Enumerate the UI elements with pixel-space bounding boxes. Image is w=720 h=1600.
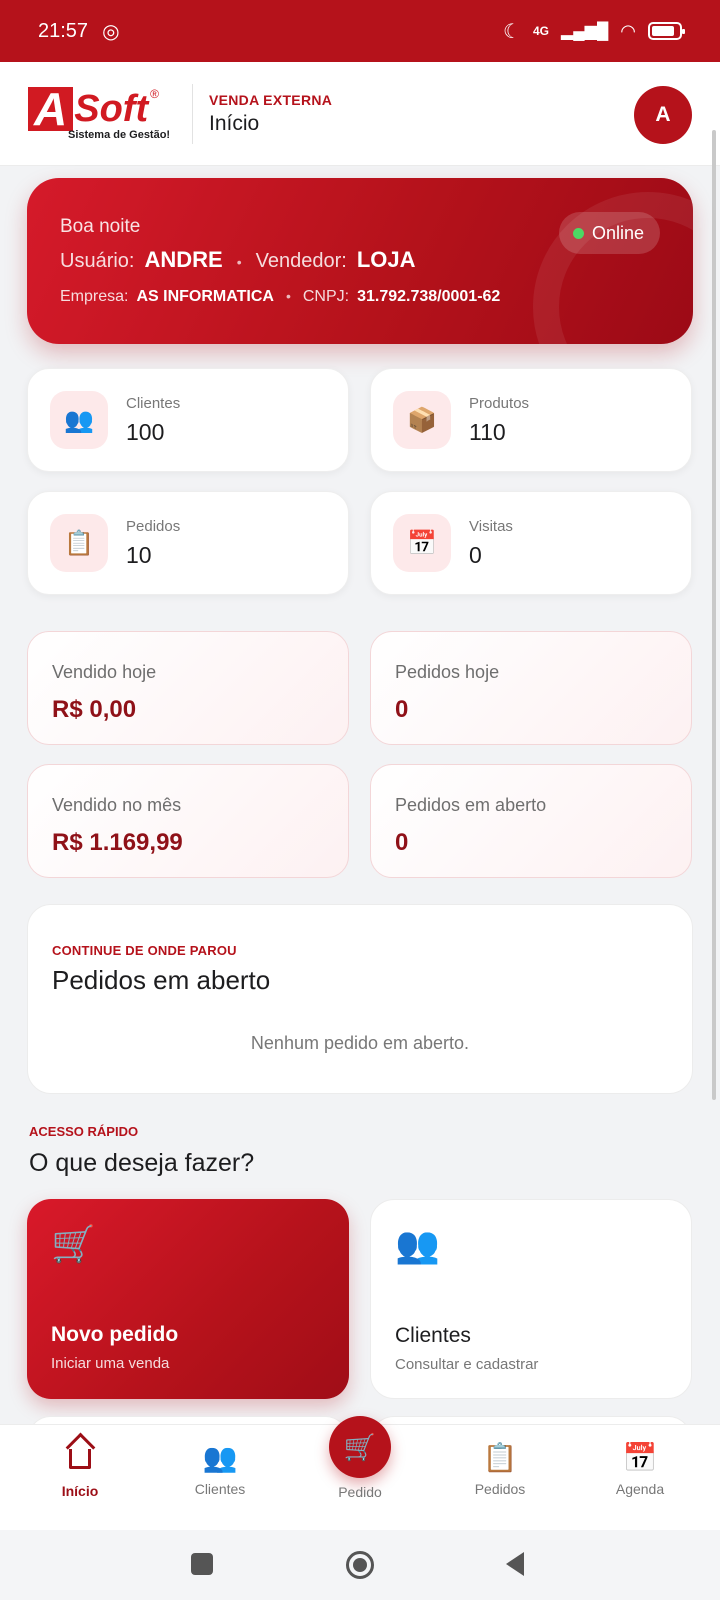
recents-icon[interactable] (191, 1553, 213, 1575)
avatar[interactable]: A (634, 86, 692, 144)
logo-registered: ® (150, 86, 159, 101)
signal-icon: ▂▄▆█ (561, 23, 609, 40)
metric-value: 0 (395, 829, 409, 856)
empty-state-text: Nenhum pedido em aberto. (250, 1033, 470, 1053)
moon-icon: ☾ (503, 20, 521, 43)
chrome-icon: ◎ (102, 20, 120, 43)
metric-vendido-hoje: Vendido hoje R$ 0,00 (27, 631, 349, 745)
metric-pedidos-hoje: Pedidos hoje 0 (370, 631, 692, 745)
logo-tagline: Sistema de Gestão! (68, 128, 171, 141)
metric-vendido-mes: Vendido no mês R$ 1.169,99 (27, 764, 349, 878)
stat-label: Produtos (469, 395, 530, 412)
logo-letter: A (28, 86, 74, 132)
metric-value: R$ 1.169,99 (52, 829, 183, 856)
metric-label: Pedidos hoje (395, 662, 500, 682)
stat-label: Pedidos (126, 518, 181, 535)
open-orders-panel: CONTINUE DE ONDE PAROU Pedidos em aberto… (27, 904, 693, 1094)
header-subtitle: VENDA EXTERNA (209, 91, 333, 108)
action-title: Novo pedido (51, 1323, 179, 1346)
stat-value: 0 (469, 542, 482, 568)
nav-label: Clientes (194, 1481, 246, 1497)
nav-item-clientes[interactable]: 👥 Clientes (160, 1441, 280, 1521)
status-bar: 21:57 ◎ ☾ 4G ▂▄▆█ ◠ (0, 0, 720, 62)
nav-label: Início (61, 1483, 99, 1499)
seller-value: LOJA (356, 247, 416, 272)
stat-card-visitas[interactable]: 📅 Visitas 0 (370, 491, 692, 595)
back-icon[interactable] (506, 1552, 524, 1576)
seller-label: Vendedor: (255, 250, 347, 272)
nav-item-inicio[interactable]: Início (20, 1441, 140, 1521)
user-value: ANDRE (144, 247, 223, 272)
nav-item-pedidos[interactable]: 📋 Pedidos (440, 1441, 560, 1521)
home-circle-icon[interactable] (346, 1551, 374, 1579)
nav-label: Pedidos (474, 1481, 526, 1497)
greeting-card: Boa noite Usuário: ANDRE • Vendedor: LOJ… (27, 178, 693, 344)
greeting-text: Boa noite (60, 216, 141, 237)
cart-icon: 🛒 (51, 1223, 96, 1264)
section-title: O que deseja fazer? (29, 1149, 255, 1177)
stat-value: 10 (126, 542, 152, 568)
action-subtitle: Iniciar uma venda (51, 1355, 170, 1372)
clients-button[interactable]: 👥 Clientes Consultar e cadastrar (370, 1199, 692, 1399)
online-status-label: Online (591, 222, 644, 243)
wifi-icon: ◠ (620, 20, 636, 41)
user-info-row: Usuário: ANDRE • Vendedor: LOJA (60, 247, 416, 273)
separator-dot: • (236, 254, 242, 270)
header-divider (192, 83, 193, 144)
clipboard-icon: 📋 (50, 514, 108, 572)
nav-label-pedido[interactable]: Pedido (300, 1484, 420, 1500)
nav-label: Agenda (615, 1481, 665, 1497)
battery-icon (648, 22, 685, 40)
metric-value: R$ 0,00 (52, 696, 137, 723)
new-order-button[interactable]: 🛒 Novo pedido Iniciar uma venda (27, 1199, 349, 1399)
stat-label: Clientes (126, 395, 181, 412)
asoft-logo: A Soft ® Sistema de Gestão! (28, 86, 174, 141)
action-subtitle: Consultar e cadastrar (395, 1356, 539, 1373)
users-icon: 👥 (395, 1224, 440, 1265)
metric-pedidos-aberto: Pedidos em aberto 0 (370, 764, 692, 878)
cnpj-label: CNPJ: (302, 288, 350, 305)
cnpj-value: 31.792.738/0001-62 (357, 288, 501, 305)
panel-title: Pedidos em aberto (52, 965, 271, 995)
status-time: 21:57 (38, 19, 89, 42)
company-label: Empresa: (60, 288, 129, 305)
clipboard-icon: 📋 (482, 1442, 518, 1473)
users-icon: 👥 (202, 1442, 238, 1473)
metric-label: Vendido hoje (52, 662, 157, 682)
stat-value: 100 (126, 419, 165, 445)
metric-label: Vendido no mês (52, 795, 182, 815)
stat-label: Visitas (469, 518, 513, 535)
calendar-icon: 📅 (393, 514, 451, 572)
user-label: Usuário: (60, 250, 135, 272)
separator-dot: • (285, 288, 291, 304)
metric-value: 0 (395, 696, 409, 723)
online-status-badge: Online (558, 212, 660, 254)
new-order-fab[interactable]: 🛒 (329, 1416, 391, 1478)
panel-kicker: CONTINUE DE ONDE PAROU (52, 943, 237, 958)
page-title: Início (209, 111, 260, 135)
logo-word: Soft (74, 87, 149, 130)
stat-card-produtos[interactable]: 📦 Produtos 110 (370, 368, 692, 472)
online-dot-icon (572, 227, 584, 239)
users-icon: 👥 (50, 391, 108, 449)
calendar-icon: 📅 (622, 1442, 658, 1473)
stat-value: 110 (469, 419, 506, 445)
stat-card-clientes[interactable]: 👥 Clientes 100 (27, 368, 349, 472)
network-type: 4G (532, 24, 549, 38)
section-kicker: ACESSO RÁPIDO (29, 1124, 139, 1139)
nav-item-agenda[interactable]: 📅 Agenda (580, 1441, 700, 1521)
app-header: A Soft ® Sistema de Gestão! VENDA EXTERN… (0, 62, 720, 166)
company-value: AS INFORMATICA (136, 288, 274, 305)
metric-label: Pedidos em aberto (395, 795, 547, 815)
company-info-row: Empresa: AS INFORMATICA • CNPJ: 31.792.7… (60, 288, 500, 306)
cart-icon: 🛒 (343, 1431, 377, 1462)
stat-card-pedidos[interactable]: 📋 Pedidos 10 (27, 491, 349, 595)
home-icon (69, 1449, 91, 1469)
action-title: Clientes (395, 1324, 471, 1347)
box-icon: 📦 (393, 391, 451, 449)
scrollbar[interactable] (712, 130, 716, 1100)
